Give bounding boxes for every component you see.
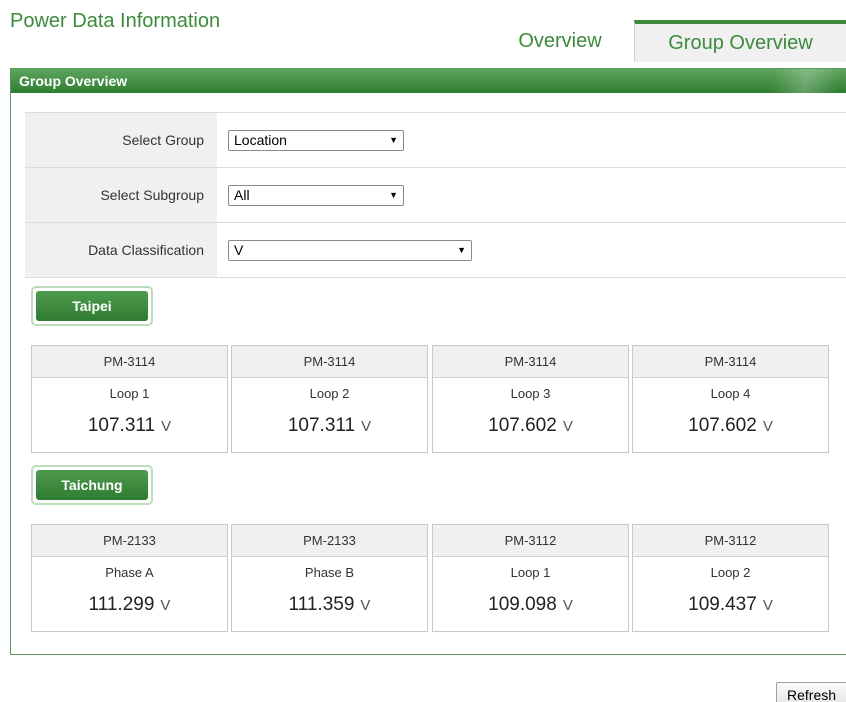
triangle-down-icon: ▼	[389, 135, 398, 145]
meter-value: 107.311	[87, 415, 156, 436]
meter-channel: Phase B	[304, 564, 355, 580]
meter-value: 107.602	[488, 415, 557, 436]
meter-model: PM-3112	[433, 525, 628, 557]
meter-channel: Loop 3	[510, 385, 551, 401]
meter-unit: V	[160, 596, 171, 614]
group-name: Taipei	[36, 291, 148, 321]
refresh-button[interactable]: Refresh	[776, 682, 846, 702]
meter-model: PM-2133	[232, 525, 427, 557]
group-button-taichung[interactable]: Taichung	[31, 465, 153, 505]
meter-model: PM-3114	[633, 346, 828, 378]
group-name: Taichung	[36, 470, 148, 500]
select-subgroup-dropdown[interactable]: All ▼	[228, 184, 404, 206]
data-classification-dropdown[interactable]: V ▼	[228, 239, 472, 261]
meter-value: 109.098	[488, 594, 557, 615]
tab-overview[interactable]: Overview	[490, 20, 630, 62]
meter-card: PM-3114 Loop 1 107.311 V	[31, 345, 228, 453]
meter-value: 107.602	[688, 415, 757, 436]
meter-model: PM-3114	[232, 346, 427, 378]
meter-unit: V	[360, 596, 371, 614]
meter-card: PM-3114 Loop 4 107.602 V	[632, 345, 829, 453]
meter-model: PM-3114	[433, 346, 628, 378]
select-subgroup-label: Select Subgroup	[25, 167, 217, 223]
select-group-value: Location	[234, 132, 287, 148]
meter-channel: Phase A	[105, 564, 154, 580]
meter-unit: V	[161, 417, 172, 435]
group-button-taipei[interactable]: Taipei	[31, 286, 153, 326]
meter-channel: Loop 4	[710, 385, 751, 401]
meter-unit: V	[762, 596, 773, 614]
group-overview-panel: Group Overview Select Group Location ▼ S…	[10, 68, 846, 655]
triangle-down-icon: ▼	[389, 190, 398, 200]
meter-channel: Loop 1	[510, 564, 551, 580]
select-group-dropdown[interactable]: Location ▼	[228, 129, 404, 151]
meter-unit: V	[562, 417, 573, 435]
triangle-down-icon: ▼	[457, 245, 466, 255]
meter-value: 111.359	[288, 594, 355, 615]
meter-channel: Loop 2	[710, 564, 751, 580]
meter-unit: V	[562, 596, 573, 614]
meter-card: PM-2133 Phase A 111.299 V	[31, 524, 228, 632]
meter-card: PM-3112 Loop 1 109.098 V	[432, 524, 629, 632]
meter-card: PM-3114 Loop 2 107.311 V	[231, 345, 428, 453]
meter-card: PM-2133 Phase B 111.359 V	[231, 524, 428, 632]
meter-value: 111.299	[88, 594, 155, 615]
page-title: Power Data Information	[10, 10, 221, 32]
select-subgroup-value: All	[234, 187, 250, 203]
data-classification-label: Data Classification	[25, 222, 217, 278]
meter-card: PM-3114 Loop 3 107.602 V	[432, 345, 629, 453]
meter-channel: Loop 2	[309, 385, 350, 401]
meter-unit: V	[361, 417, 372, 435]
meter-card: PM-3112 Loop 2 109.437 V	[632, 524, 829, 632]
select-group-label: Select Group	[25, 112, 217, 168]
meter-unit: V	[762, 417, 773, 435]
meter-model: PM-3114	[32, 346, 227, 378]
meter-model: PM-2133	[32, 525, 227, 557]
data-classification-value: V	[234, 242, 244, 258]
meter-channel: Loop 1	[109, 385, 150, 401]
meter-model: PM-3112	[633, 525, 828, 557]
meter-value: 107.311	[287, 415, 356, 436]
meter-value: 109.437	[688, 594, 757, 615]
tab-group-overview[interactable]: Group Overview	[634, 20, 846, 62]
panel-header: Group Overview	[11, 69, 846, 93]
filter-form: Select Group Location ▼ Select Subgroup …	[25, 112, 846, 278]
